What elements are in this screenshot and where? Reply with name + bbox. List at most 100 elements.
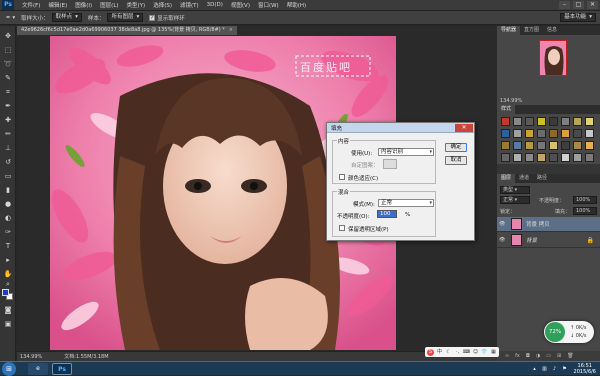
style-swatch[interactable] bbox=[537, 129, 546, 138]
menu-view[interactable]: 视图(V) bbox=[231, 1, 250, 9]
history-brush-tool-icon[interactable]: ↺ bbox=[3, 158, 13, 167]
layer-row[interactable]: 👁 背景 拷贝 bbox=[497, 217, 600, 232]
menu-help[interactable]: 帮助(H) bbox=[287, 1, 306, 9]
close-icon[interactable]: × bbox=[229, 27, 233, 33]
adjustment-icon[interactable]: ◑ bbox=[536, 353, 540, 359]
style-swatch[interactable] bbox=[525, 129, 534, 138]
hand-tool-icon[interactable]: ✋ bbox=[3, 270, 13, 279]
opacity-input[interactable]: 100 bbox=[377, 210, 397, 218]
dialog-titlebar[interactable]: 填充 ✕ bbox=[327, 123, 474, 133]
minimize-button[interactable]: – bbox=[559, 1, 570, 9]
menu-layer[interactable]: 图层(L) bbox=[100, 1, 118, 9]
dodge-tool-icon[interactable]: ◐ bbox=[3, 214, 13, 223]
tab-histogram[interactable]: 直方图 bbox=[520, 26, 543, 35]
shirt-icon[interactable]: 👕 bbox=[481, 349, 488, 356]
close-icon[interactable]: ✕ bbox=[455, 124, 473, 132]
style-swatch[interactable] bbox=[513, 153, 522, 162]
document-tab[interactable]: 42e9626cf6c5d17e0ae2d0a69906037 38de8a8.… bbox=[17, 26, 237, 35]
ie-taskbar-button[interactable]: e bbox=[28, 363, 48, 375]
sample-select[interactable]: 所有图层 ▾ bbox=[107, 13, 144, 22]
style-swatch[interactable] bbox=[573, 153, 582, 162]
new-layer-icon[interactable]: ⊞ bbox=[557, 353, 561, 359]
blur-tool-icon[interactable]: ● bbox=[3, 200, 13, 209]
style-swatch[interactable] bbox=[549, 141, 558, 150]
flag-icon[interactable]: ⚑ bbox=[561, 365, 569, 373]
mask-icon[interactable]: ◘ bbox=[526, 353, 530, 359]
mode-select[interactable]: 正常 ▾ bbox=[378, 199, 434, 207]
style-swatch[interactable] bbox=[549, 117, 558, 126]
sogou-icon[interactable]: S bbox=[427, 348, 434, 356]
menu-window[interactable]: 窗口(W) bbox=[258, 1, 279, 9]
style-swatch[interactable] bbox=[501, 153, 510, 162]
cancel-button[interactable]: 取消 bbox=[445, 156, 467, 165]
style-swatch[interactable] bbox=[513, 117, 522, 126]
pen-tool-icon[interactable]: ✑ bbox=[3, 228, 13, 237]
style-swatch[interactable] bbox=[549, 129, 558, 138]
style-swatch[interactable] bbox=[585, 153, 594, 162]
show-ring-checkbox[interactable]: ✓ bbox=[149, 14, 156, 21]
toolbox-icon[interactable]: ▦ bbox=[490, 349, 497, 356]
style-swatch[interactable] bbox=[513, 129, 522, 138]
user-icon[interactable]: ☺ bbox=[472, 349, 479, 356]
style-swatch[interactable] bbox=[561, 141, 570, 150]
menu-type[interactable]: 类型(Y) bbox=[127, 1, 146, 9]
moon-icon[interactable]: ☾ bbox=[445, 349, 452, 356]
volume-icon[interactable]: ♪ bbox=[551, 365, 559, 373]
keyboard-icon[interactable]: ⌨ bbox=[463, 349, 470, 356]
style-swatch[interactable] bbox=[525, 117, 534, 126]
style-swatch[interactable] bbox=[525, 141, 534, 150]
eyedropper-tool-icon[interactable]: ✒ ▾ bbox=[6, 15, 15, 21]
navigator-thumbnail[interactable] bbox=[539, 40, 567, 76]
clone-stamp-tool-icon[interactable]: ⊥ bbox=[3, 144, 13, 153]
brush-tool-icon[interactable]: ✏ bbox=[3, 130, 13, 139]
custom-pattern-picker[interactable] bbox=[383, 159, 397, 169]
foreground-color-swatch[interactable] bbox=[2, 289, 9, 296]
lasso-tool-icon[interactable]: ➰ bbox=[3, 60, 13, 69]
menu-3d[interactable]: 3D(D) bbox=[207, 2, 223, 8]
layer-row[interactable]: 👁 背景 🔒 bbox=[497, 233, 600, 248]
workspace-select[interactable]: 基本功能 ▾ bbox=[560, 13, 596, 22]
menu-file[interactable]: 文件(F) bbox=[22, 1, 40, 9]
style-swatch[interactable] bbox=[585, 129, 594, 138]
preserve-transparency-checkbox[interactable] bbox=[339, 225, 345, 231]
type-tool-icon[interactable]: T bbox=[3, 242, 13, 251]
style-swatch[interactable] bbox=[561, 153, 570, 162]
network-monitor-widget[interactable]: 72% ↑ 0K/s ↓ 0K/s bbox=[544, 321, 594, 343]
clock[interactable]: 16:51 2015/6/6 bbox=[574, 363, 596, 375]
tab-layers[interactable]: 图层 bbox=[497, 174, 516, 183]
menu-select[interactable]: 选择(S) bbox=[153, 1, 172, 9]
style-swatch[interactable] bbox=[501, 141, 510, 150]
tab-channels[interactable]: 通道 bbox=[515, 174, 533, 183]
photoshop-taskbar-button[interactable]: Ps bbox=[52, 363, 72, 375]
punctuation-icon[interactable]: ·, bbox=[454, 349, 461, 356]
style-swatch[interactable] bbox=[585, 141, 594, 150]
gradient-tool-icon[interactable]: ▮ bbox=[3, 186, 13, 195]
layer-fill-input[interactable]: 100% bbox=[573, 207, 597, 215]
tab-styles[interactable]: 样式 bbox=[497, 105, 516, 114]
document-size[interactable]: 文档:1.55M/3.18M bbox=[64, 353, 108, 360]
style-swatch[interactable] bbox=[573, 129, 582, 138]
zoom-tool-icon[interactable]: ⌕ bbox=[3, 280, 13, 289]
eye-icon[interactable]: 👁 bbox=[499, 221, 507, 227]
crop-tool-icon[interactable]: ⌗ bbox=[3, 88, 13, 97]
style-swatch[interactable] bbox=[537, 117, 546, 126]
link-icon[interactable]: ∞ bbox=[505, 353, 509, 359]
color-adapt-checkbox[interactable] bbox=[339, 174, 345, 180]
path-select-tool-icon[interactable]: ▸ bbox=[3, 256, 13, 265]
trash-icon[interactable]: 🗑 bbox=[567, 353, 573, 359]
healing-brush-tool-icon[interactable]: ✚ bbox=[3, 116, 13, 125]
eyedropper-tool-icon[interactable]: ✒ bbox=[3, 102, 13, 111]
eraser-tool-icon[interactable]: ▭ bbox=[3, 172, 13, 181]
style-swatch[interactable] bbox=[561, 117, 570, 126]
maximize-button[interactable]: □ bbox=[573, 1, 584, 9]
quick-select-tool-icon[interactable]: ✎ bbox=[3, 74, 13, 83]
ok-button[interactable]: 确定 bbox=[445, 143, 467, 152]
layer-kind-filter[interactable]: 类型 ▾ bbox=[500, 186, 530, 194]
navigator-zoom[interactable]: 134.99% bbox=[500, 98, 522, 104]
chinese-mode-icon[interactable]: 中 bbox=[436, 349, 443, 356]
style-swatch[interactable] bbox=[525, 153, 534, 162]
menu-filter[interactable]: 滤镜(T) bbox=[180, 1, 199, 9]
screen-mode-icon[interactable]: ▣ bbox=[3, 320, 13, 329]
style-swatch[interactable] bbox=[501, 129, 510, 138]
folder-icon[interactable]: ▭ bbox=[546, 353, 551, 359]
